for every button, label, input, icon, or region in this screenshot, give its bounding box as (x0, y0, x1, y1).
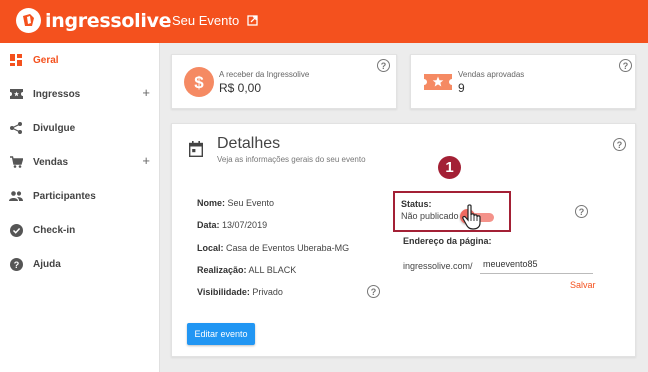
sales-value: 9 (458, 81, 465, 95)
logo[interactable]: ingressolive (16, 8, 172, 33)
status-help-icon[interactable]: ? (575, 205, 588, 218)
field-value: Seu Evento (227, 198, 275, 208)
details-title: Detalhes (217, 135, 281, 152)
field-local: Local: Casa de Eventos Uberaba-MG (197, 243, 349, 253)
expand-plus-icon[interactable]: + (142, 154, 150, 168)
details-subtitle: Veja as informações gerais do seu evento (217, 155, 366, 164)
sales-help-icon[interactable]: ? (619, 59, 632, 72)
people-icon (9, 189, 23, 203)
status-highlight: Status: Não publicado (393, 191, 511, 232)
calendar-icon (188, 141, 204, 162)
check-circle-icon (9, 223, 23, 237)
sales-label: Vendas aprovadas (458, 70, 525, 79)
ticket-icon (9, 87, 23, 101)
logo-mark-icon (16, 8, 41, 33)
dashboard-icon (9, 53, 23, 67)
url-prefix: ingressolive.com/ (403, 261, 473, 271)
sidebar-item-ajuda[interactable]: ? Ajuda (0, 247, 160, 281)
sidebar-item-ingressos[interactable]: Ingressos + (0, 77, 160, 111)
field-label: Nome: (197, 198, 226, 208)
sidebar-item-label: Participantes (33, 190, 96, 202)
event-title: Seu Evento (172, 13, 258, 28)
step-badge: 1 (438, 156, 461, 179)
share-icon (9, 121, 23, 135)
sidebar-item-label: Geral (33, 54, 59, 66)
receivable-label: A receber da Ingressolive (219, 70, 310, 79)
event-title-text: Seu Evento (172, 13, 240, 28)
receivable-card: $ A receber da Ingressolive R$ 0,00 ? (171, 54, 397, 109)
sidebar-item-label: Ingressos (33, 88, 81, 100)
details-help-icon[interactable]: ? (613, 138, 626, 151)
status-label: Status: (401, 199, 432, 209)
field-label: Realização: (197, 265, 247, 275)
hand-cursor-icon (461, 204, 483, 235)
sidebar-item-label: Vendas (33, 156, 69, 168)
field-label: Local: (197, 243, 224, 253)
sidebar-item-geral[interactable]: Geral (0, 43, 160, 77)
receivable-value: R$ 0,00 (219, 81, 262, 95)
edit-event-button[interactable]: Editar evento (187, 323, 255, 345)
save-link[interactable]: Salvar (570, 280, 596, 290)
sidebar-item-participantes[interactable]: Participantes (0, 179, 160, 213)
sidebar-item-vendas[interactable]: Vendas + (0, 145, 160, 179)
details-card: Detalhes Veja as informações gerais do s… (171, 123, 636, 357)
help-circle-icon: ? (9, 257, 23, 271)
field-value: Privado (252, 287, 283, 297)
status-value: Não publicado (401, 211, 459, 221)
ticket-star-icon (423, 67, 453, 97)
sidebar-item-label: Ajuda (33, 258, 61, 270)
sidebar-item-label: Divulgue (33, 122, 76, 134)
visibility-help-icon[interactable]: ? (367, 285, 380, 298)
url-label: Endereço da página: (403, 236, 492, 246)
field-value: ALL BLACK (248, 265, 297, 275)
open-external-icon[interactable] (247, 15, 258, 26)
url-slug-input[interactable] (480, 254, 593, 274)
sales-card: Vendas aprovadas 9 ? (410, 54, 636, 109)
svg-text:?: ? (13, 260, 19, 270)
top-bar: ingressolive Seu Evento (0, 0, 648, 43)
field-label: Data: (197, 220, 220, 230)
dollar-icon: $ (184, 67, 214, 97)
receivable-help-icon[interactable]: ? (377, 59, 390, 72)
sidebar-item-divulgue[interactable]: Divulgue (0, 111, 160, 145)
sidebar-item-checkin[interactable]: Check-in (0, 213, 160, 247)
field-label: Visibilidade: (197, 287, 250, 297)
field-realizacao: Realização: ALL BLACK (197, 265, 296, 275)
field-value: 13/07/2019 (222, 220, 268, 230)
cart-icon (9, 155, 23, 169)
svg-text:$: $ (194, 73, 204, 92)
logo-text: ingressolive (45, 9, 172, 32)
field-data: Data: 13/07/2019 (197, 220, 267, 230)
sidebar-item-label: Check-in (33, 224, 76, 236)
expand-plus-icon[interactable]: + (142, 86, 150, 100)
field-nome: Nome: Seu Evento (197, 198, 274, 208)
field-value: Casa de Eventos Uberaba-MG (226, 243, 350, 253)
sidebar: Geral Ingressos + Divulgue Vendas + Part… (0, 43, 160, 372)
field-visibilidade: Visibilidade: Privado (197, 287, 283, 297)
